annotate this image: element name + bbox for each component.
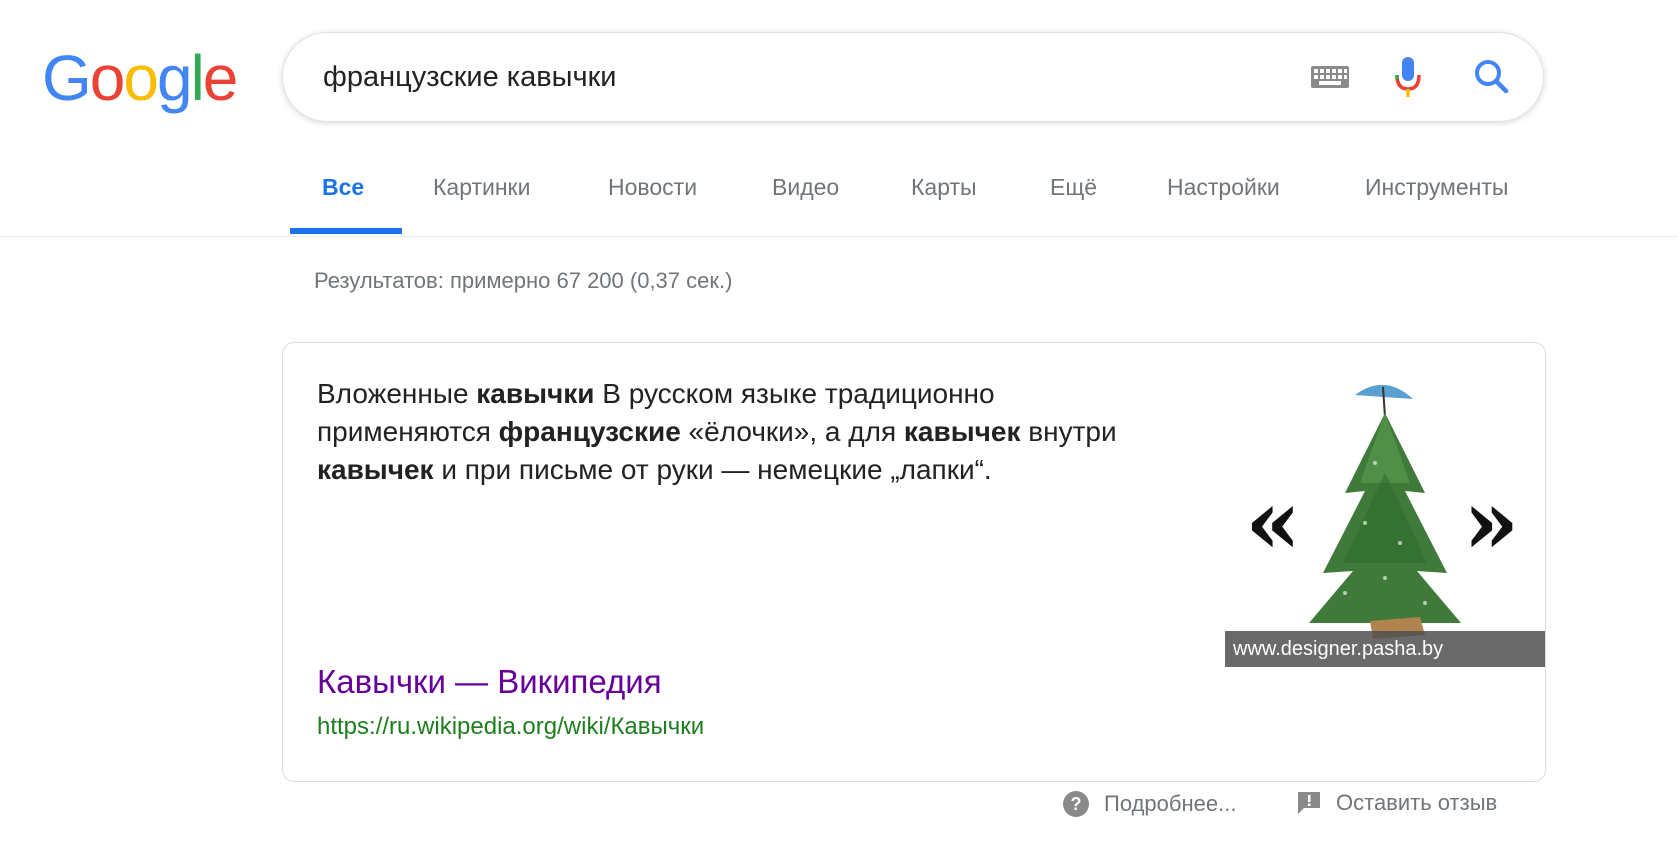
tab-all[interactable]: Все	[322, 174, 364, 201]
search-input[interactable]	[323, 53, 1223, 101]
snippet-text: Вложенные кавычки В русском языке традиц…	[317, 375, 1137, 489]
right-guillemet: »	[1463, 469, 1519, 575]
search-box	[282, 32, 1544, 122]
tab-tools[interactable]: Инструменты	[1365, 174, 1508, 201]
snippet-part: Вложенные	[317, 378, 477, 409]
snippet-part-bold: французские	[498, 416, 681, 447]
image-caption: www.designer.pasha.by	[1225, 631, 1545, 667]
google-logo[interactable]: Google	[42, 38, 239, 118]
feedback-link[interactable]: Оставить отзыв	[1296, 790, 1497, 816]
tab-images[interactable]: Картинки	[433, 174, 530, 201]
snippet-part: и при письме от руки — немецкие „лапки“.	[433, 454, 992, 485]
logo-letter: G	[42, 42, 92, 114]
more-info-link[interactable]: ? Подробнее...	[1062, 790, 1236, 818]
tab-news[interactable]: Новости	[608, 174, 697, 201]
results-stats: Результатов: примерно 67 200 (0,37 сек.)	[314, 268, 733, 293]
tab-settings[interactable]: Настройки	[1167, 174, 1280, 201]
snippet-part: внутри	[1020, 416, 1117, 447]
header-divider	[0, 236, 1678, 237]
keyboard-icon[interactable]	[1311, 63, 1349, 91]
microphone-icon[interactable]	[1394, 53, 1422, 101]
logo-letter: o	[89, 42, 126, 114]
snippet-part-bold: кавычки	[476, 378, 595, 409]
tab-video[interactable]: Видео	[772, 174, 839, 201]
help-icon: ?	[1063, 791, 1089, 817]
more-info-label: Подробнее...	[1104, 791, 1237, 816]
feedback-icon	[1298, 792, 1320, 814]
snippet-part-bold: кавычек	[317, 454, 434, 485]
logo-letter: e	[202, 42, 239, 114]
snippet-part-bold: кавычек	[903, 416, 1021, 447]
left-guillemet: «	[1245, 469, 1301, 575]
christmas-tree-image: « »	[1245, 384, 1519, 639]
result-title-link[interactable]: Кавычки — Википедия	[317, 663, 662, 701]
logo-letter: o	[123, 42, 159, 114]
result-url[interactable]: https://ru.wikipedia.org/wiki/Кавычки	[317, 713, 704, 741]
logo-letter: l	[190, 42, 205, 114]
snippet-image[interactable]: « » www.designer.pasha.by	[1225, 373, 1545, 667]
tab-more[interactable]: Ещё	[1050, 174, 1097, 201]
featured-snippet-card: Вложенные кавычки В русском языке традиц…	[282, 342, 1546, 782]
svg-text:?: ?	[1071, 794, 1082, 814]
feedback-label: Оставить отзыв	[1336, 790, 1498, 815]
search-icon[interactable]	[1468, 53, 1516, 101]
snippet-part: «ёлочки», а для	[680, 416, 904, 447]
logo-letter: g	[156, 42, 193, 114]
active-tab-indicator	[290, 228, 402, 234]
tab-maps[interactable]: Карты	[911, 174, 977, 201]
